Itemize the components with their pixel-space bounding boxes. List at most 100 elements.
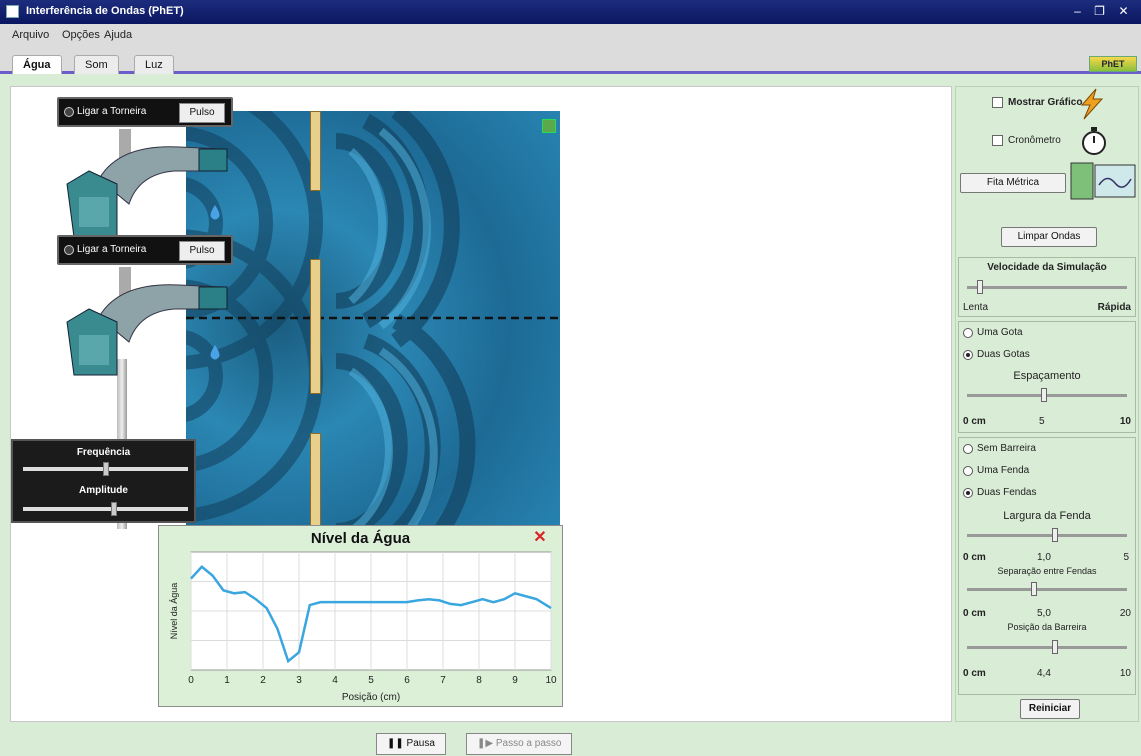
spacing-max-label: 10 xyxy=(1119,416,1131,427)
slit-separation-knob[interactable] xyxy=(1031,582,1038,596)
two-drops-radio[interactable] xyxy=(963,350,973,360)
slit-separation-mid-label: 5,0 xyxy=(1037,608,1051,619)
faucet-top-on-radio[interactable] xyxy=(64,107,74,117)
frequency-slider-knob[interactable] xyxy=(102,462,109,476)
minimize-button[interactable]: – xyxy=(1071,5,1084,18)
window-title: Interferência de Ondas (PhET) xyxy=(26,5,184,17)
menu-options[interactable]: Opções xyxy=(62,29,100,41)
x-tick-label: 3 xyxy=(296,675,302,686)
x-tick-label: 10 xyxy=(545,675,557,686)
one-slit-label: Uma Fenda xyxy=(977,465,1030,476)
show-graph-label: Mostrar Gráfico xyxy=(1008,97,1083,108)
barrier-position-knob[interactable] xyxy=(1052,640,1058,654)
spacing-min-label: 0 cm xyxy=(963,416,986,427)
close-window-button[interactable]: ✕ xyxy=(1117,5,1130,18)
spacing-knob[interactable] xyxy=(1040,388,1047,402)
x-tick-label: 2 xyxy=(260,675,266,686)
tab-strip: Água Som Luz PhET xyxy=(0,52,1141,74)
clear-waves-button[interactable]: Limpar Ondas xyxy=(1001,227,1097,247)
water-drop-bottom-icon xyxy=(210,345,220,360)
sim-speed-knob[interactable] xyxy=(976,280,983,294)
title-bar: Interferência de Ondas (PhET) – ❐ ✕ xyxy=(0,0,1141,24)
slit-width-mid-label: 1,0 xyxy=(1037,552,1051,563)
barrier-segment-middle[interactable] xyxy=(310,259,321,394)
spacing-mid-label: 5 xyxy=(1039,416,1045,427)
slit-width-knob[interactable] xyxy=(1052,528,1058,542)
slit-separation-title: Separação entre Fendas xyxy=(997,566,1097,576)
faucet-bottom-icon[interactable] xyxy=(59,267,229,382)
no-barrier-radio[interactable] xyxy=(963,444,973,454)
amplitude-label: Amplitude xyxy=(79,485,128,496)
two-drops-label: Duas Gotas xyxy=(977,349,1030,360)
faucet-top-control: Ligar a Torneira Pulso xyxy=(57,97,233,127)
tab-sound[interactable]: Som xyxy=(74,55,119,74)
faucet-bottom-pulse-button[interactable]: Pulso xyxy=(179,241,225,261)
no-barrier-label: Sem Barreira xyxy=(977,443,1036,454)
sim-speed-max-label: Rápida xyxy=(1097,302,1131,313)
pause-icon: ❚❚ xyxy=(387,738,404,749)
phet-logo: PhET xyxy=(1089,56,1137,72)
sources-box: Uma Gota Duas Gotas Espaçamento 0 cm 5 1… xyxy=(958,321,1136,433)
measuring-tape-button[interactable]: Fita Métrica xyxy=(960,173,1066,193)
barrier-position-max-label: 10 xyxy=(1119,668,1131,679)
app-icon xyxy=(6,5,19,18)
slit-width-title: Largura da Fenda xyxy=(1003,510,1091,522)
water-tank[interactable] xyxy=(186,111,560,586)
step-icon: ❚▶ xyxy=(477,738,494,749)
spacing-title: Espaçamento xyxy=(1013,370,1081,382)
menu-file[interactable]: Arquivo xyxy=(12,29,49,41)
stopwatch-label: Cronômetro xyxy=(1008,135,1061,146)
sim-speed-min-label: Lenta xyxy=(963,302,989,313)
slit-width-max-label: 5 xyxy=(1123,552,1129,563)
barrier-box: Sem Barreira Uma Fenda Duas Fendas Largu… xyxy=(958,437,1136,695)
x-tick-label: 1 xyxy=(224,675,230,686)
sim-speed-track[interactable] xyxy=(967,286,1127,289)
x-tick-label: 8 xyxy=(476,675,482,686)
x-tick-label: 9 xyxy=(512,675,518,686)
slit-width-track[interactable] xyxy=(967,534,1127,537)
one-drop-radio[interactable] xyxy=(963,328,973,338)
amplitude-slider-knob[interactable] xyxy=(110,502,117,516)
tank-corner-marker xyxy=(542,119,556,133)
pause-button[interactable]: ❚❚ Pausa xyxy=(376,733,446,755)
detector-icon xyxy=(1070,162,1136,200)
slit-separation-min-label: 0 cm xyxy=(963,608,986,619)
water-drop-top-icon xyxy=(210,205,220,220)
x-tick-label: 6 xyxy=(404,675,410,686)
x-tick-label: 0 xyxy=(188,675,194,686)
y-axis-label: Nível da Água xyxy=(169,583,179,640)
wave-pattern xyxy=(186,111,560,579)
faucet-top-pulse-button[interactable]: Pulso xyxy=(179,103,225,123)
slit-separation-track[interactable] xyxy=(967,588,1127,591)
lightning-icon xyxy=(1080,88,1104,120)
show-graph-checkbox[interactable] xyxy=(992,97,1003,108)
barrier-segment-top[interactable] xyxy=(310,111,321,191)
x-axis-label: Posição (cm) xyxy=(342,692,400,703)
faucet-top-label: Ligar a Torneira xyxy=(77,106,147,117)
x-tick-label: 5 xyxy=(368,675,374,686)
barrier-position-mid-label: 4,4 xyxy=(1037,668,1051,679)
stopwatch-checkbox[interactable] xyxy=(992,135,1003,146)
menu-help[interactable]: Ajuda xyxy=(104,29,132,41)
slit-width-min-label: 0 cm xyxy=(963,552,986,563)
frequency-label: Frequência xyxy=(76,447,131,458)
sim-speed-title: Velocidade da Simulação xyxy=(987,262,1107,273)
barrier-position-track[interactable] xyxy=(967,646,1127,649)
simulation-area: Ligar a Torneira Pulso Ligar a Torneira … xyxy=(10,86,952,722)
two-slits-radio[interactable] xyxy=(963,488,973,498)
control-panel: Mostrar Gráfico Cronômetro Fita Métrica … xyxy=(955,86,1139,722)
tab-light[interactable]: Luz xyxy=(134,55,174,74)
barrier-position-min-label: 0 cm xyxy=(963,668,986,679)
step-label: Passo a passo xyxy=(495,738,562,749)
one-slit-radio[interactable] xyxy=(963,466,973,476)
faucet-top-icon[interactable] xyxy=(59,129,229,244)
faucet-bottom-on-radio[interactable] xyxy=(64,245,74,255)
tab-water[interactable]: Água xyxy=(12,55,62,74)
faucet-bottom-control: Ligar a Torneira Pulso xyxy=(57,235,233,265)
maximize-button[interactable]: ❐ xyxy=(1093,5,1106,18)
step-button[interactable]: ❚▶ Passo a passo xyxy=(466,733,573,755)
water-level-graph: Nível da Água ✕ 0 1 2 3 4 5 6 7 8 9 10 Posição (cm)… xyxy=(158,525,563,707)
reset-button[interactable]: Reiniciar xyxy=(1020,699,1080,719)
amplitude-slider-track[interactable] xyxy=(23,507,188,511)
spacing-track[interactable] xyxy=(967,394,1127,397)
